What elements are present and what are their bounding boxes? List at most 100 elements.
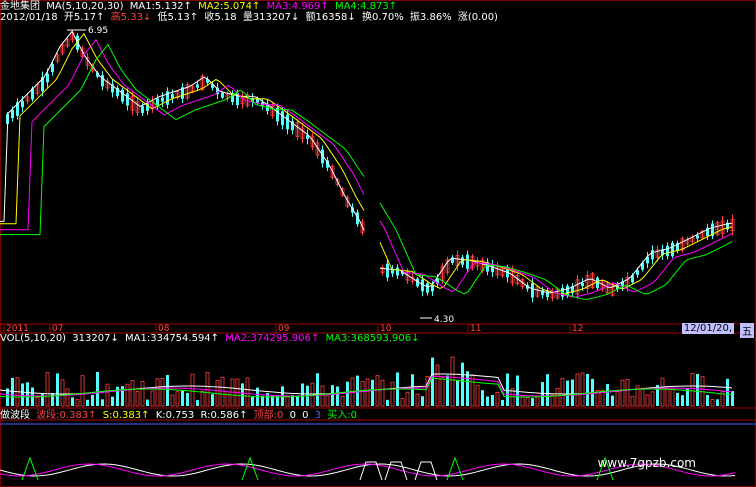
candle-down [666,245,669,257]
candle-down [126,93,129,106]
volume-bar-up [475,385,480,407]
volume-bar-up [170,394,175,407]
volume-bar-up [400,397,405,407]
candle-down [281,111,284,126]
volume-bar-down [461,362,464,406]
candle-down [396,267,399,276]
indicator-header: 做波段 波段:0.383↑ S:0.383↑ K:0.753 R:0.586↑ … [0,409,360,422]
indicator-v3: 3 [314,410,322,421]
volume-bar-up [310,382,315,407]
buy-signal-2 [446,456,464,481]
volume-bar-down [371,379,374,406]
quote-low: 低5.13↑ [157,12,199,23]
quote-close: 收5.18 [204,12,237,23]
vol-ma2: MA2:374295.906↑ [225,333,320,344]
volume-bar-up [435,364,440,407]
volume-bar-down [531,398,534,406]
volume-bar-down [466,371,469,406]
volume-bar-down [571,379,574,406]
volume-bar-up [640,387,645,407]
top-signal-2 [414,461,438,481]
volume-bar-up [35,397,40,407]
volume-bar-up [645,394,650,407]
volume-bar-down [241,383,244,406]
quote-turnover: 换0.70% [361,12,404,23]
volume-bar-down [196,399,199,406]
quote-amplitude: 振3.86% [409,12,452,23]
volume-bar-down [566,380,569,406]
volume-bar-up [620,379,625,407]
indicator-s: S:0.383↑ [102,410,150,421]
candle-down [506,269,509,278]
ma2-line [0,32,733,295]
volume-bar-down [586,373,589,406]
candle-down [196,84,199,88]
volume-bar-down [516,375,519,406]
candle-down [651,250,654,260]
indicator-r: R:0.586↑ [200,410,248,421]
volume-bar-up [650,391,655,407]
volume-bar-up [150,390,155,407]
volume-bar-up [710,399,715,407]
volume-bar-down [506,373,509,406]
volume-bar-down [681,395,684,406]
candle-down [386,263,389,278]
buy-signal-1 [241,456,259,481]
volume-bar-up [65,388,70,407]
indicator-v2: 0 [302,410,309,421]
volume-bar-down [111,396,114,406]
volume-bar-up [140,380,145,407]
volume-bar-up [665,388,670,407]
volume-bar-down [731,391,734,406]
volume-bar-down [11,377,14,406]
candle-down [46,73,49,83]
vol-value: 313207↓ [72,333,119,344]
volume-bar-down [676,392,679,406]
volume-bar-down [696,373,699,406]
high-marker-label: 6.95 [88,26,108,36]
volume-bar-up [155,378,160,407]
volume-bar-down [91,394,94,406]
candle-down [221,92,224,98]
volume-bar-up [80,375,85,407]
candle-down [431,285,434,292]
cursor-day: 五 [740,323,754,338]
volume-bar-up [525,397,530,407]
volume-bar-up [450,356,455,407]
quote-high: 高5.33↓ [110,12,152,23]
volume-bar-up [440,376,445,407]
volume-bar-down [716,399,719,406]
volume-bar-down [336,386,339,406]
quote-change: 涨(0.00) [457,12,498,23]
volume-bar-down [491,394,494,406]
volume-bar-down [51,393,54,406]
vol-label: VOL(5,10,20) [0,333,67,344]
month-label-6: 12 [572,324,583,334]
volume-bar-up [320,385,325,407]
volume-bar-up [580,372,585,407]
volume-bar-down [26,382,29,406]
candle-down [696,235,699,239]
volume-bar-down [331,385,334,406]
volume-bar-up [225,391,230,407]
volume-bar-down [41,393,44,406]
volume-bar-down [546,374,549,406]
volume-bar-down [606,384,609,406]
low-marker-label: 4.30 [434,315,454,325]
volume-bar-up [405,391,410,407]
volume-bar-up [575,373,580,407]
volume-bar-up [670,387,675,407]
volume-bar-up [375,375,380,407]
volume-bar-up [415,393,420,407]
volume-bar-up [75,399,80,407]
volume-bar-down [431,357,434,406]
volume-bar-up [160,378,165,407]
volume-bar-down [611,395,614,406]
volume-bar-down [456,379,459,406]
volume-bar-down [121,386,124,406]
volume-bar-down [71,397,74,406]
indicator-buy: 买入:0 [327,410,357,421]
volume-bar-down [301,383,304,406]
candle-down [141,106,144,113]
volume-bar-up [105,383,110,407]
